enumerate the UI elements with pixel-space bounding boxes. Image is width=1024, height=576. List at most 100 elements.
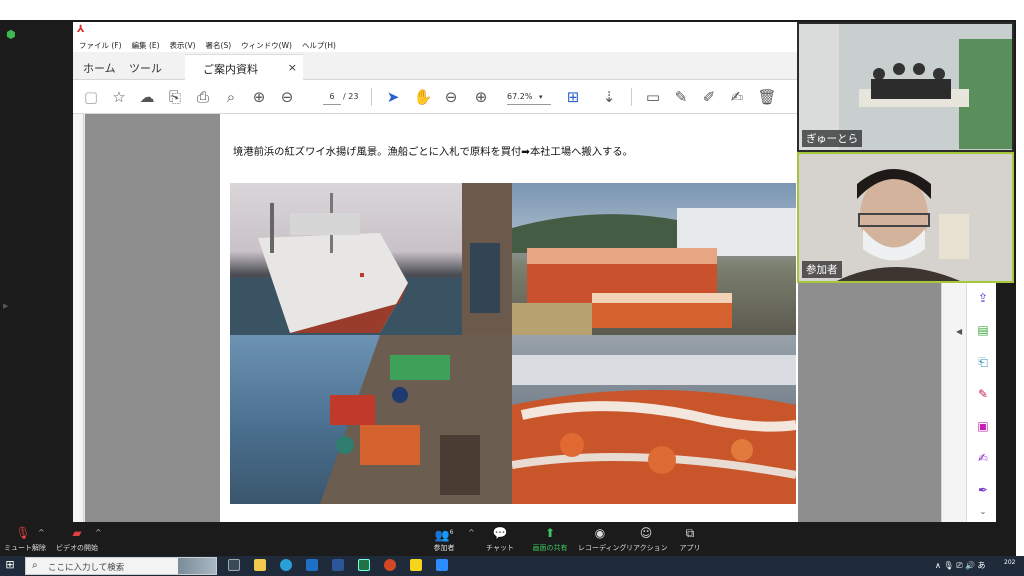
- scroll-mode-icon[interactable]: ⇣: [599, 87, 619, 107]
- record-label: レコーディング: [578, 544, 627, 552]
- tab-tools[interactable]: ツール: [129, 60, 162, 76]
- close-tab-icon[interactable]: ×: [288, 61, 297, 74]
- menu-window[interactable]: ウィンドウ(W): [241, 40, 292, 51]
- request-signature-icon[interactable]: ✍: [976, 451, 990, 465]
- tab-document-label: ご案内資料: [203, 63, 258, 76]
- select-cursor-icon[interactable]: ➤: [383, 87, 403, 107]
- menu-view[interactable]: 表示(V): [170, 40, 196, 51]
- comment-tool-icon[interactable]: ✎: [976, 387, 990, 401]
- taskbar-clock[interactable]: 202: [1004, 559, 1015, 566]
- highlight-pen-icon[interactable]: ✎: [671, 87, 691, 107]
- powerpoint-icon[interactable]: [384, 559, 396, 571]
- search-highlight-image: [178, 558, 216, 574]
- hand-tool-icon[interactable]: ✋: [413, 87, 433, 107]
- tab-document[interactable]: ご案内資料 ×: [185, 54, 303, 80]
- chevron-down-icon[interactable]: ▾: [539, 89, 543, 105]
- left-panel-toggle[interactable]: [73, 114, 84, 522]
- record-icon: ◉: [594, 526, 606, 540]
- edge-icon[interactable]: [280, 559, 292, 571]
- reactions-icon: ☺: [639, 526, 653, 540]
- print-icon[interactable]: ⎙: [193, 87, 213, 107]
- zoom-in-icon[interactable]: ⊕: [471, 87, 491, 107]
- crabs-illustration: [512, 355, 796, 504]
- fill-and-sign-icon[interactable]: ✒: [976, 483, 990, 497]
- zoom-app-icon[interactable]: [436, 559, 448, 571]
- crates-illustration: [512, 208, 796, 335]
- acrobat-logo-icon: ⅄: [77, 24, 85, 35]
- toolbar-divider: [371, 88, 372, 106]
- shield-icon: ⬢: [6, 28, 16, 41]
- reactions-label: リアクション: [626, 544, 668, 552]
- menu-file[interactable]: ファイル (F): [79, 40, 122, 51]
- menu-help[interactable]: ヘルプ(H): [302, 40, 336, 51]
- fishing-deck-photo: [230, 335, 512, 504]
- page-margin: [85, 114, 220, 522]
- word-icon[interactable]: [332, 559, 344, 571]
- delete-icon[interactable]: 🗑: [757, 87, 777, 107]
- share-screen-button[interactable]: ⬆ 画面の共有: [530, 526, 570, 553]
- meeting-controls: 🎙 ミュート解除 ^ ▰ ビデオの開始 ^ 👥6 参加者 ^ 💬 チャット ⬆ …: [0, 522, 1016, 556]
- edit-pdf-icon[interactable]: ⎗: [976, 355, 990, 369]
- share-screen-label: 画面の共有: [532, 544, 568, 552]
- page-total: / 23: [343, 92, 359, 101]
- apps-icon: ⧉: [685, 526, 695, 540]
- search-document-icon[interactable]: ⎘: [165, 87, 185, 107]
- export-pdf-icon[interactable]: ⇪: [976, 291, 990, 305]
- next-page-icon[interactable]: ⊖: [277, 87, 297, 107]
- chevron-up-icon[interactable]: ^: [95, 528, 102, 537]
- muted-mic-icon: 🎙: [15, 526, 31, 540]
- record-button[interactable]: ◉ レコーディング: [578, 526, 627, 553]
- draw-icon[interactable]: ✐: [699, 87, 719, 107]
- cloud-upload-icon[interactable]: ☁: [137, 87, 157, 107]
- file-explorer-icon[interactable]: [254, 559, 266, 571]
- apps-button[interactable]: ⧉ アプリ: [672, 526, 708, 553]
- reactions-button[interactable]: ☺ リアクション: [626, 526, 668, 553]
- participant-video-1[interactable]: ぎゅーとら: [797, 22, 1014, 152]
- deck-illustration: [320, 335, 512, 504]
- fill-sign-icon[interactable]: ✍: [727, 87, 747, 107]
- chevron-up-icon[interactable]: ^: [468, 528, 475, 537]
- create-pdf-icon[interactable]: ▤: [976, 323, 990, 337]
- taskbar-search-placeholder: ここに入力して検索: [48, 563, 125, 573]
- video-off-icon: ▰: [72, 526, 82, 540]
- chat-label: チャット: [486, 544, 514, 552]
- save-icon[interactable]: ▢: [81, 87, 101, 107]
- toolbar-divider: [631, 88, 632, 106]
- sticky-notes-icon[interactable]: [410, 559, 422, 571]
- share-screen-icon: ⬆: [544, 526, 556, 540]
- zoom-out-icon[interactable]: ⊖: [441, 87, 461, 107]
- excel-icon[interactable]: [358, 559, 370, 571]
- organize-pages-icon[interactable]: ▣: [976, 419, 990, 433]
- chevron-up-icon[interactable]: ^: [38, 528, 45, 537]
- participants-icon: 👥6: [434, 528, 454, 542]
- task-view-icon[interactable]: [228, 559, 240, 571]
- menu-sign[interactable]: 署名(S): [206, 40, 232, 51]
- bookmark-star-icon[interactable]: ☆: [109, 87, 129, 107]
- window-edge: [996, 283, 1016, 523]
- search-icon: ⌕: [32, 560, 38, 571]
- expand-left-panel-icon[interactable]: ▶: [3, 302, 8, 310]
- ime-indicator[interactable]: あ: [978, 561, 986, 570]
- crabs-on-ice-photo: [512, 335, 796, 504]
- outlook-icon[interactable]: [306, 559, 318, 571]
- participant-video-2[interactable]: 参加者: [797, 152, 1014, 283]
- fit-page-icon[interactable]: ⊞: [563, 87, 583, 107]
- zoom-level-input[interactable]: 67.2%: [507, 89, 551, 105]
- collapse-right-panel-icon[interactable]: ◀: [956, 327, 962, 336]
- page-number-input[interactable]: 6: [323, 89, 341, 105]
- start-video-button[interactable]: ▰ ビデオの開始: [54, 526, 100, 553]
- chevron-down-icon[interactable]: ⌄: [976, 505, 990, 519]
- search-icon[interactable]: ⌕: [221, 87, 241, 107]
- comment-icon[interactable]: ▭: [643, 87, 663, 107]
- previous-page-icon[interactable]: ⊕: [249, 87, 269, 107]
- windows-start-icon[interactable]: ⊞: [3, 558, 17, 572]
- right-panel-rail[interactable]: [941, 283, 966, 523]
- unmute-button[interactable]: 🎙 ミュート解除: [4, 526, 46, 553]
- menu-edit[interactable]: 編集 (E): [132, 40, 160, 51]
- participants-count: 6: [449, 529, 454, 536]
- menu-bar: ファイル (F) 編集 (E) 表示(V) 署名(S) ウィンドウ(W) ヘルプ…: [73, 38, 798, 52]
- participants-button[interactable]: 👥6 参加者: [424, 526, 464, 553]
- tab-home[interactable]: ホーム: [83, 60, 116, 76]
- system-tray[interactable]: ∧ 🎙 ⎚ 🔊 あ: [935, 560, 986, 571]
- chat-button[interactable]: 💬 チャット: [480, 526, 520, 553]
